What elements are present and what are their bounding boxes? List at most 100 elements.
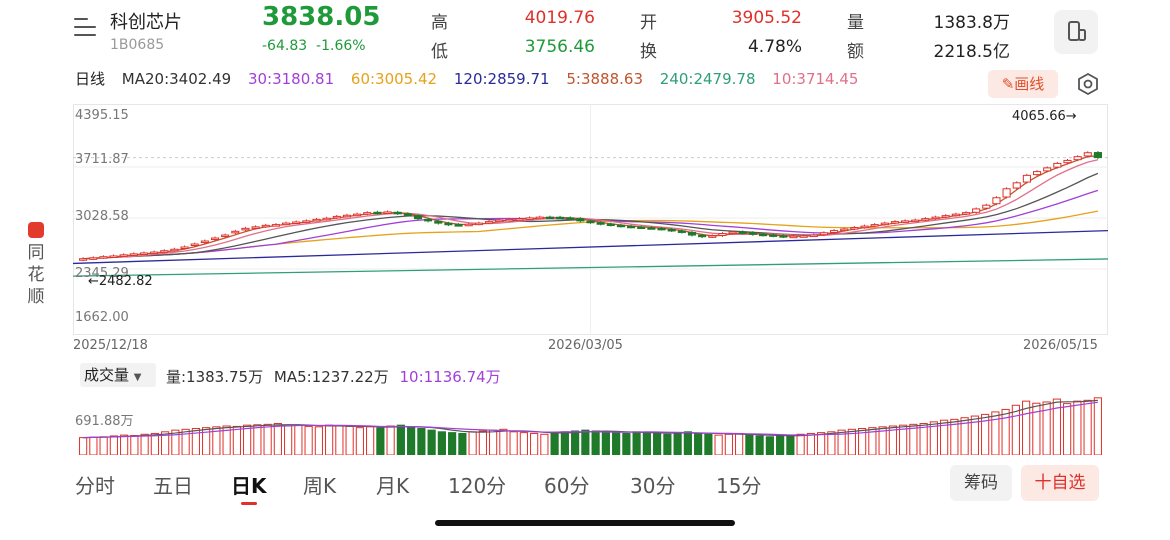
tab-monthly-k[interactable]: 月K	[376, 470, 409, 499]
candle-body	[99, 256, 108, 259]
volume-bar	[530, 432, 539, 455]
phone-icon[interactable]	[1054, 10, 1098, 54]
volume-bar	[673, 432, 682, 455]
ma-item: 5:3888.63	[566, 70, 643, 88]
volume-chart[interactable]	[73, 395, 1108, 455]
volume-bar	[458, 432, 467, 455]
tab-120min[interactable]: 120分	[448, 470, 506, 499]
volume-bar	[1073, 400, 1082, 455]
volume-bar	[632, 431, 641, 455]
candle-body	[495, 219, 504, 223]
tab-15min[interactable]: 15分	[716, 470, 761, 499]
home-indicator	[435, 520, 735, 526]
volume-bar	[601, 431, 610, 455]
volume-bar	[407, 427, 416, 455]
volume-bar	[1011, 404, 1020, 455]
ma-item: MA20:3402.49	[121, 70, 232, 88]
candle-body	[758, 233, 768, 237]
candle-body	[1083, 152, 1092, 157]
turnover-label: 换	[640, 42, 657, 62]
volume-item: 10:1136.74万	[399, 368, 501, 386]
volume-bar	[1083, 399, 1092, 455]
candle-body	[860, 225, 869, 229]
tab-weekly-k[interactable]: 周K	[303, 470, 336, 499]
volume-bar	[550, 432, 559, 455]
volume-bar	[663, 433, 672, 455]
tab-intraday[interactable]: 分时	[75, 470, 115, 499]
candle-body	[119, 254, 128, 257]
ma-item: 120:2859.71	[453, 70, 550, 88]
brand-watermark: 同 花 顺	[26, 222, 46, 308]
volume-bar	[253, 424, 262, 455]
menu-list-icon[interactable]	[74, 16, 98, 38]
indicator-select[interactable]: 成交量 ▼	[80, 363, 156, 387]
candle-body	[992, 197, 1001, 205]
tab-daily-k[interactable]: 日K	[231, 470, 267, 499]
candle-body	[79, 258, 88, 261]
draw-line-label: 画线	[1014, 75, 1045, 93]
amount-label: 额	[847, 42, 864, 62]
volume-bar	[325, 424, 334, 455]
volume-bar	[612, 432, 621, 455]
candle-body	[545, 216, 554, 220]
volume-bar	[745, 434, 754, 455]
candle-body	[769, 234, 778, 237]
ma-item: 10:3714.45	[772, 70, 859, 88]
draw-line-button[interactable]: ✎画线	[988, 70, 1058, 98]
candle-body	[1053, 162, 1062, 168]
volume-bar	[735, 432, 744, 455]
candle-body	[870, 224, 879, 227]
price-axis-label: 3711.87	[75, 152, 129, 167]
candle-body	[1043, 167, 1052, 172]
candle-body	[1012, 182, 1021, 189]
volume-bar	[714, 434, 723, 455]
candle-body	[738, 231, 747, 234]
tab-60min[interactable]: 60分	[544, 470, 589, 499]
volume-item: MA5:1237.22万	[273, 368, 389, 386]
low-label: 低	[431, 42, 448, 62]
price-axis-label: 4395.15	[75, 108, 129, 123]
candle-body	[292, 221, 301, 224]
candle-body	[931, 216, 940, 220]
candle-body	[302, 220, 311, 223]
candle-body	[515, 218, 524, 221]
turnover-value: 4.78%	[747, 37, 802, 57]
volume-bar	[622, 432, 631, 455]
volume-bar	[273, 423, 282, 455]
candle-body	[556, 216, 565, 220]
tab-five-day[interactable]: 五日	[153, 470, 193, 499]
volume-label: 量	[847, 13, 864, 33]
volume-bar	[355, 427, 364, 455]
date-label: 2025/12/18	[73, 338, 148, 353]
tab-30min[interactable]: 30分	[630, 470, 675, 499]
volume-bar	[694, 432, 703, 455]
candle-body	[566, 217, 575, 220]
chips-button[interactable]: 筹码	[950, 465, 1012, 501]
candle-body	[911, 219, 920, 223]
volume-bar	[468, 431, 477, 455]
candle-body	[190, 243, 199, 247]
add-watchlist-button[interactable]: 十自选	[1021, 465, 1099, 501]
candle-body	[708, 235, 717, 238]
candle-body	[809, 234, 818, 238]
volume-item: 量:1383.75万	[166, 368, 264, 386]
candle-body	[1032, 171, 1042, 176]
candle-body	[261, 224, 270, 228]
volume-bar	[1093, 397, 1102, 455]
volume-bar	[724, 433, 733, 455]
candle-body	[1073, 156, 1082, 161]
candle-body	[180, 246, 189, 250]
candle-body	[160, 250, 169, 253]
candle-body	[606, 223, 615, 227]
candle-body	[413, 215, 423, 220]
candle-body	[789, 235, 798, 239]
volume-legend: 量:1383.75万 MA5:1237.22万 10:1136.74万	[166, 366, 507, 387]
settings-icon[interactable]	[1076, 72, 1100, 96]
candle-body	[921, 218, 930, 221]
volume-bar	[786, 434, 795, 455]
candle-body	[586, 220, 595, 224]
stock-name: 科创芯片	[110, 12, 182, 33]
volume-bar	[806, 432, 815, 455]
candle-body	[139, 252, 149, 255]
price-chart[interactable]	[73, 104, 1108, 335]
